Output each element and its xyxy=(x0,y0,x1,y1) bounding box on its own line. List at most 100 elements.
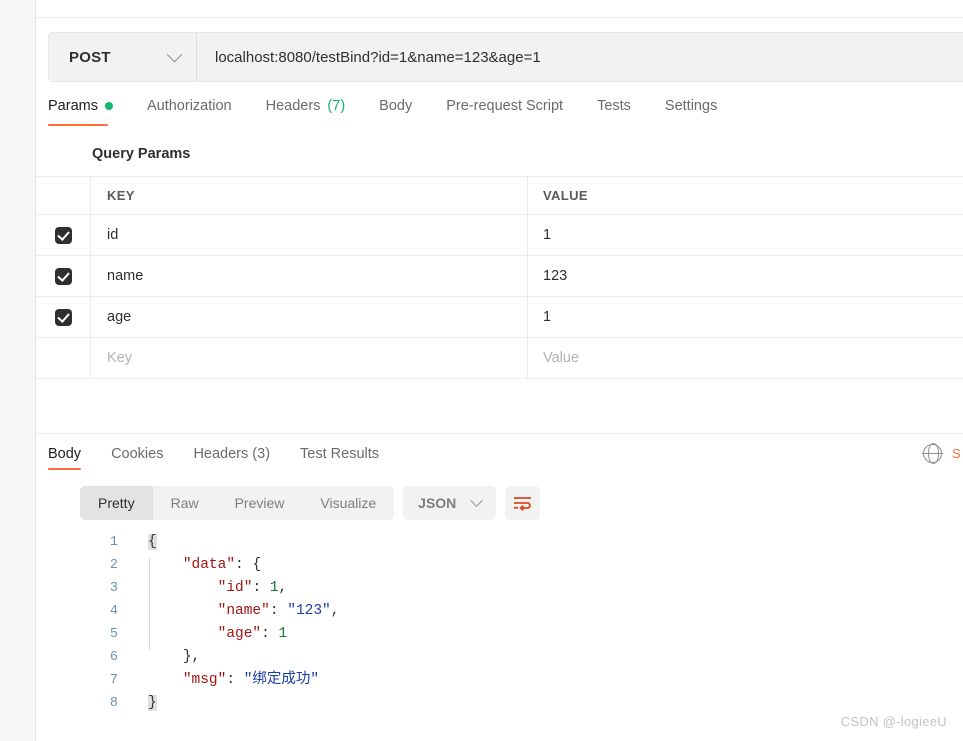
view-raw-button[interactable]: Raw xyxy=(153,486,217,520)
line-number: 7 xyxy=(109,673,118,688)
response-tab-headers-count: (3) xyxy=(252,446,271,462)
column-header-key: KEY xyxy=(107,188,135,203)
json-line: 4 "name": "123", xyxy=(36,600,963,623)
row-checkbox[interactable] xyxy=(54,267,72,285)
request-response-pane: POST localhost:8080/testBind?id=1&name=1… xyxy=(36,0,963,741)
response-tab-cookies-label: Cookies xyxy=(111,446,164,462)
tab-tests[interactable]: Tests xyxy=(580,98,648,134)
json-line-content: "msg": "绑定成功" xyxy=(182,672,320,688)
tab-headers-label: Headers xyxy=(265,98,321,114)
tab-body[interactable]: Body xyxy=(362,98,429,134)
table-row[interactable]: id 1 xyxy=(36,215,963,256)
json-line-content: "id": 1, xyxy=(217,580,288,596)
tab-params-label: Params xyxy=(48,98,98,114)
response-view-switcher: Pretty Raw Preview Visualize xyxy=(80,486,395,520)
json-line: 7 "msg": "绑定成功" xyxy=(36,669,963,692)
column-header-value: VALUE xyxy=(543,188,588,203)
view-pretty-button[interactable]: Pretty xyxy=(80,486,153,520)
new-param-key-input[interactable]: Key xyxy=(107,350,132,366)
request-tabs: Params Authorization Headers (7) Body Pr… xyxy=(48,98,963,134)
clipped-action-label: S xyxy=(952,446,961,461)
line-number: 1 xyxy=(109,535,118,550)
row-checkbox[interactable] xyxy=(54,226,72,244)
tab-authorization-label: Authorization xyxy=(146,98,232,114)
response-pane: Body Cookies Headers (3) Test Results S … xyxy=(36,433,963,741)
json-line: 8} xyxy=(36,692,963,715)
json-line: 5 "age": 1 xyxy=(36,623,963,646)
response-tab-headers-label: Headers xyxy=(193,446,249,462)
postman-window: POST localhost:8080/testBind?id=1&name=1… xyxy=(0,0,963,741)
line-number: 8 xyxy=(109,696,118,711)
response-tabs: Body Cookies Headers (3) Test Results xyxy=(48,434,394,477)
response-tab-body[interactable]: Body xyxy=(48,434,96,477)
json-line: 1{ xyxy=(36,531,963,554)
tab-headers[interactable]: Headers (7) xyxy=(249,98,363,134)
json-line: 2 "data": { xyxy=(36,554,963,577)
tab-settings-label: Settings xyxy=(664,98,718,114)
view-visualize-button[interactable]: Visualize xyxy=(302,486,394,520)
line-number: 6 xyxy=(109,650,118,665)
active-response-tab-underline xyxy=(48,467,82,470)
line-number: 4 xyxy=(109,604,118,619)
row-checkbox[interactable] xyxy=(54,308,72,326)
json-line-content: }, xyxy=(182,649,201,665)
json-line-content: { xyxy=(148,534,157,550)
json-line-content: "age": 1 xyxy=(217,626,288,642)
new-param-value-input[interactable]: Value xyxy=(543,350,579,366)
watermark: CSDN @-logieeU xyxy=(840,714,947,729)
table-row-empty[interactable]: Key Value xyxy=(36,338,963,379)
response-tabs-row: Body Cookies Headers (3) Test Results S xyxy=(36,434,963,477)
query-params-table: KEY VALUE id 1 name 123 age 1 Key Value xyxy=(36,176,963,379)
table-row[interactable]: name 123 xyxy=(36,256,963,297)
response-tab-test-results-label: Test Results xyxy=(300,446,380,462)
unsaved-dot-icon xyxy=(104,102,113,110)
param-key[interactable]: age xyxy=(107,309,131,325)
table-row[interactable]: age 1 xyxy=(36,297,963,338)
chevron-down-icon xyxy=(470,493,484,507)
http-method-label: POST xyxy=(69,48,111,66)
response-tab-test-results[interactable]: Test Results xyxy=(285,434,394,477)
tab-settings[interactable]: Settings xyxy=(648,98,734,134)
response-tab-body-label: Body xyxy=(48,446,82,462)
response-format-toolbar: Pretty Raw Preview Visualize JSON xyxy=(80,483,963,523)
response-tab-headers[interactable]: Headers (3) xyxy=(178,434,285,477)
param-value[interactable]: 1 xyxy=(543,227,551,243)
tab-pre-request-script[interactable]: Pre-request Script xyxy=(429,98,580,134)
line-number: 3 xyxy=(109,581,118,596)
response-language-label: JSON xyxy=(418,495,457,511)
param-key[interactable]: id xyxy=(107,227,118,243)
tab-authorization[interactable]: Authorization xyxy=(130,98,249,134)
line-number: 2 xyxy=(109,558,118,573)
url-input[interactable]: localhost:8080/testBind?id=1&name=123&ag… xyxy=(197,33,963,81)
response-body-json[interactable]: 1{2 "data": {3 "id": 1, 4 "name": "123", 5… xyxy=(36,523,963,741)
response-tab-cookies[interactable]: Cookies xyxy=(96,434,178,477)
param-key[interactable]: name xyxy=(107,268,143,284)
word-wrap-button[interactable] xyxy=(505,486,541,520)
json-line-content: "name": "123", xyxy=(217,603,340,619)
param-value[interactable]: 1 xyxy=(543,309,551,325)
globe-icon[interactable] xyxy=(922,443,943,464)
tab-params[interactable]: Params xyxy=(48,98,130,134)
http-method-select[interactable]: POST xyxy=(49,33,197,81)
param-value[interactable]: 123 xyxy=(543,268,567,284)
tab-headers-count: (7) xyxy=(327,98,346,114)
collapsed-sidebar-rail xyxy=(0,0,36,741)
table-header-row: KEY VALUE xyxy=(36,177,963,215)
response-language-select[interactable]: JSON xyxy=(403,486,497,520)
active-tab-underline xyxy=(48,123,108,126)
empty-checkbox-cell xyxy=(36,338,91,378)
json-line: 3 "id": 1, xyxy=(36,577,963,600)
word-wrap-icon xyxy=(514,496,532,511)
chevron-down-icon xyxy=(166,46,183,62)
pane-divider-gap xyxy=(36,379,963,433)
json-line: 6 }, xyxy=(36,646,963,669)
tab-tests-label: Tests xyxy=(597,98,631,114)
tab-body-label: Body xyxy=(379,98,413,114)
response-actions: S xyxy=(922,443,963,464)
url-bar: POST localhost:8080/testBind?id=1&name=1… xyxy=(48,32,963,82)
view-preview-button[interactable]: Preview xyxy=(217,486,303,520)
line-number: 5 xyxy=(109,627,118,642)
tab-pre-request-script-label: Pre-request Script xyxy=(446,98,564,114)
tab-bar-strip xyxy=(36,0,963,18)
json-line-content: } xyxy=(148,695,157,711)
